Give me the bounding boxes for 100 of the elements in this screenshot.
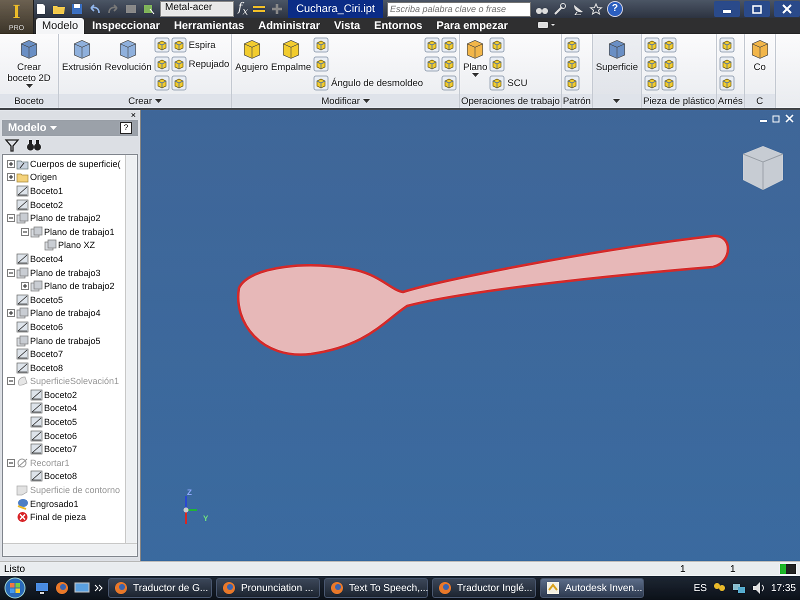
- tree-item[interactable]: Boceto4: [30, 254, 64, 264]
- close-icon[interactable]: [774, 1, 800, 17]
- binoculars-icon[interactable]: [26, 137, 42, 153]
- ribbon-tool-button[interactable]: Agujero: [234, 36, 270, 74]
- tool-icon[interactable]: [313, 37, 330, 53]
- tool-icon[interactable]: [564, 37, 580, 53]
- ribbon-tool-button[interactable]: Empalme: [270, 36, 312, 74]
- tree-item[interactable]: Plano de trabajo3: [30, 268, 101, 278]
- tool-icon[interactable]: [661, 37, 678, 53]
- tool-icon[interactable]: [489, 75, 506, 91]
- tool-icon[interactable]: [424, 37, 440, 53]
- collapse-icon[interactable]: [21, 228, 29, 236]
- ribbon-tool-button[interactable]: Crear boceto 2D: [2, 36, 56, 90]
- tree-item[interactable]: Boceto2: [30, 200, 64, 210]
- globe-icon[interactable]: [54, 580, 70, 596]
- ribbon-tool-button[interactable]: Extrusión: [61, 36, 103, 74]
- tree-item[interactable]: Plano de trabajo4: [30, 308, 101, 318]
- tool-icon[interactable]: [170, 56, 187, 72]
- star-icon[interactable]: [588, 3, 603, 15]
- taskbar-button[interactable]: Text To Speech,...: [324, 578, 428, 598]
- tool-icon[interactable]: [154, 56, 170, 72]
- ribbon-tab[interactable]: Para empezar: [430, 18, 514, 34]
- tree-item[interactable]: Plano de trabajo5: [30, 336, 101, 346]
- desktop-icon[interactable]: [34, 580, 50, 596]
- language-indicator[interactable]: ES: [694, 582, 707, 594]
- taskbar-button[interactable]: Pronunciation ...: [216, 578, 320, 598]
- save-icon[interactable]: [70, 3, 84, 15]
- expand-icon[interactable]: [21, 282, 29, 290]
- tool-icon[interactable]: [489, 37, 506, 53]
- speaker-icon[interactable]: [750, 580, 767, 596]
- help-button[interactable]: ?: [606, 1, 623, 17]
- ribbon-tab[interactable]: Administrar: [252, 18, 326, 34]
- tool-icon[interactable]: [718, 56, 735, 72]
- ribbon-tab[interactable]: Herramientas: [168, 18, 250, 34]
- expand-icon[interactable]: [7, 309, 15, 318]
- ribbon-tool-button[interactable]: Superficie: [594, 36, 640, 74]
- ribbon-tool-button[interactable]: Espira: [170, 36, 230, 54]
- tool-icon[interactable]: [154, 75, 170, 91]
- scrollbar[interactable]: [3, 543, 137, 556]
- tree-item[interactable]: Plano de trabajo2: [44, 281, 115, 292]
- tree-item[interactable]: Cuerpos de superficie(: [30, 158, 121, 169]
- ribbon-tool-button[interactable]: SCU: [489, 74, 528, 92]
- collapse-icon[interactable]: [7, 268, 15, 277]
- ribbon-tab[interactable]: Vista: [328, 18, 366, 34]
- minimize-icon[interactable]: [714, 1, 740, 17]
- tree-item[interactable]: Plano XZ: [58, 240, 96, 250]
- help-button[interactable]: ?: [120, 122, 132, 134]
- tool-icon[interactable]: [313, 75, 330, 91]
- close-button[interactable]: ×: [0, 110, 140, 120]
- ribbon-tool-button[interactable]: Repujado: [170, 55, 230, 73]
- tool-icon[interactable]: [661, 56, 678, 72]
- tool-icon[interactable]: [644, 75, 660, 91]
- expand-icon[interactable]: [7, 173, 15, 182]
- tool-icon[interactable]: [564, 56, 580, 72]
- tool-icon[interactable]: [489, 56, 506, 72]
- tool-icon[interactable]: [170, 75, 187, 91]
- tree-item[interactable]: Engrosado1: [30, 498, 79, 509]
- ribbon-tool-button[interactable]: Ángulo de desmoldeo: [313, 74, 424, 92]
- tool-icon[interactable]: [424, 56, 440, 72]
- restore-icon[interactable]: [772, 114, 781, 123]
- taskbar-button[interactable]: Autodesk Inven...: [540, 578, 644, 598]
- close-icon[interactable]: [785, 114, 794, 123]
- tool-icon[interactable]: [564, 75, 580, 91]
- ribbon-tab[interactable]: Entornos: [368, 18, 428, 34]
- expand-icon[interactable]: [7, 160, 15, 168]
- ribbon-tool-button[interactable]: Revolución: [104, 36, 153, 74]
- new-file-icon[interactable]: [34, 3, 48, 15]
- formula-button[interactable]: f$_{x}$: [238, 0, 248, 18]
- tree-item[interactable]: Boceto6: [30, 322, 64, 332]
- filter-icon[interactable]: [4, 137, 20, 153]
- tool-icon[interactable]: [718, 37, 735, 53]
- tree-item[interactable]: Boceto7: [30, 349, 64, 360]
- restore-icon[interactable]: [744, 1, 770, 17]
- browser-header[interactable]: Modelo ?: [2, 120, 138, 136]
- undo-icon[interactable]: [88, 3, 102, 15]
- view-cube[interactable]: [742, 146, 784, 190]
- line-weight-icon[interactable]: [252, 3, 266, 15]
- folder-icon[interactable]: [52, 3, 66, 15]
- tool-icon[interactable]: [644, 56, 660, 72]
- scrollbar[interactable]: [125, 155, 137, 543]
- tool-icon[interactable]: [170, 37, 187, 53]
- tool-icon[interactable]: [441, 75, 458, 91]
- tool-icon[interactable]: [313, 56, 330, 72]
- tree-item[interactable]: Boceto5: [30, 294, 64, 305]
- tool-icon[interactable]: [718, 75, 735, 91]
- collapse-icon[interactable]: [7, 214, 15, 222]
- ribbon-tool-button[interactable]: Plano: [462, 36, 488, 79]
- tool-icon[interactable]: [441, 56, 458, 72]
- taskbar-button[interactable]: Traductor de G...: [108, 578, 212, 598]
- ribbon-tab[interactable]: Inspeccionar: [86, 18, 166, 34]
- material-dropdown[interactable]: Metal-acer: [160, 1, 234, 17]
- chevron-icon[interactable]: [94, 583, 104, 593]
- tree-item[interactable]: Plano de trabajo1: [44, 226, 115, 237]
- tree-item[interactable]: Plano de trabajo2: [30, 213, 101, 224]
- tool-icon[interactable]: [661, 75, 678, 91]
- tree-item[interactable]: Boceto8: [30, 362, 64, 373]
- taskbar-button[interactable]: Traductor Inglé...: [432, 578, 536, 598]
- ribbon-tab[interactable]: Modelo: [36, 18, 84, 34]
- tree-item[interactable]: Origen: [30, 172, 58, 182]
- tool-icon[interactable]: [154, 37, 170, 53]
